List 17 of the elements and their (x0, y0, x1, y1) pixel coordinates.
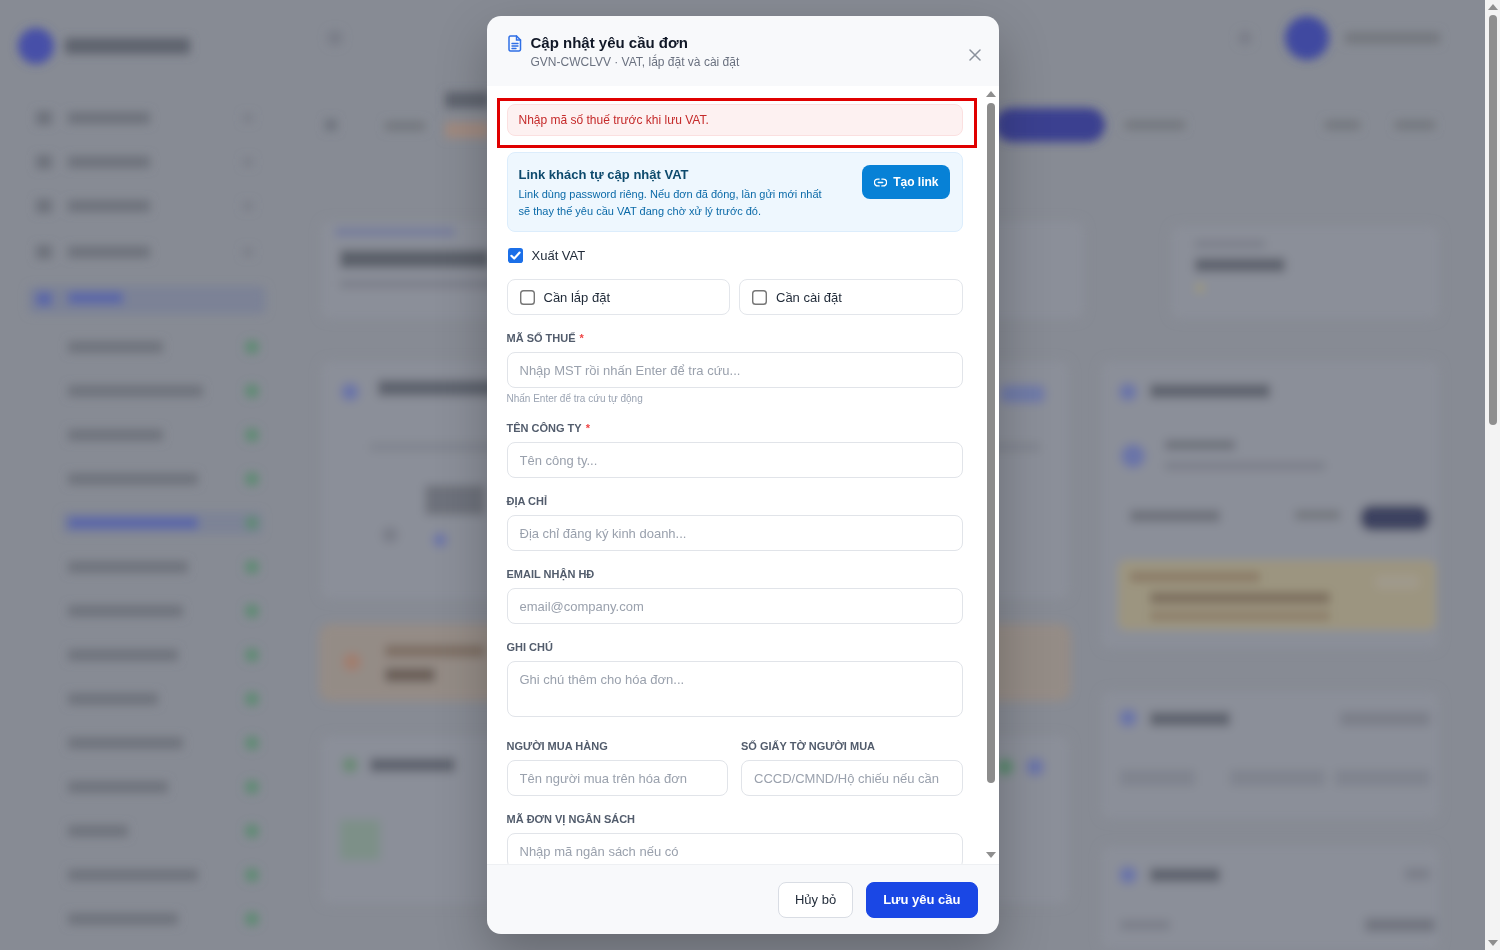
page-scrollbar[interactable] (1485, 0, 1500, 950)
dialog-title: Cập nhật yêu cầu đơn (530, 34, 689, 51)
field-hint: Nhấn Enter để tra cứu tự động (506, 393, 644, 405)
field-label: MÃ ĐƠN VỊ NGÂN SÁCH (506, 812, 636, 826)
required-mark: * (585, 421, 590, 435)
field-label: ĐỊA CHỈ (506, 494, 548, 508)
field-label: SỐ GIẤY TỜ NGƯỜI MUA (741, 739, 876, 753)
field-label: MÃ SỐ THUẾ (506, 331, 576, 345)
field-label: EMAIL NHẬN HĐ (506, 567, 595, 581)
field-label: NGƯỜI MUA HÀNG (506, 739, 608, 753)
field-label: TÊN CÔNG TY (506, 421, 582, 435)
required-mark: * (579, 331, 584, 345)
field-label: GHI CHÚ (506, 640, 553, 654)
info-text: Link dùng password riêng. Nếu đơn đã đóng, lần gửi mới nhất sẽ thay thế yêu cầu VAT đang chờ xử lý trước đó. (518, 187, 823, 219)
error-alert: Nhập mã số thuế trước khi lưu VAT. (506, 104, 963, 136)
dialog-subtitle: GVN-CWCLVV · VAT, lắp đặt và cài đặt (530, 55, 741, 70)
info-title: Link khách tự cập nhật VAT (518, 167, 690, 183)
